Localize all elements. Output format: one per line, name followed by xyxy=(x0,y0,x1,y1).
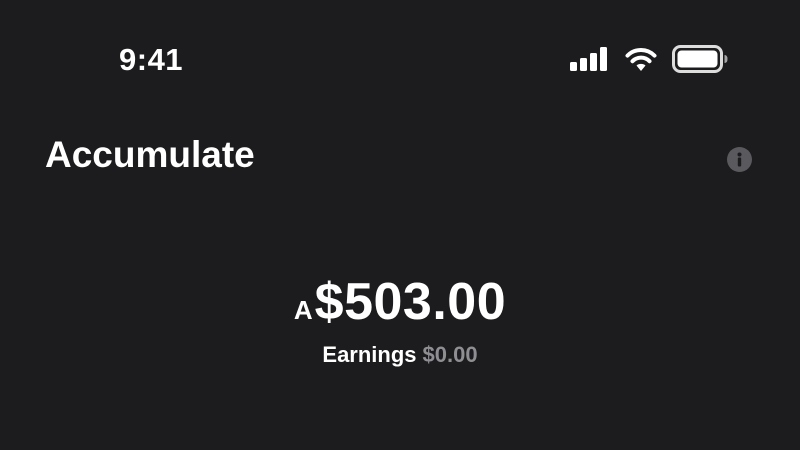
page-title: Accumulate xyxy=(45,134,255,175)
info-button[interactable] xyxy=(727,147,752,172)
status-icons xyxy=(570,44,728,74)
balance-block: A $503.00 Earnings $0.00 xyxy=(0,272,800,368)
status-bar: 9:41 xyxy=(0,0,800,110)
wifi-icon xyxy=(625,48,657,71)
currency-prefix: A xyxy=(293,295,313,325)
battery-icon xyxy=(672,45,728,73)
earnings-value: $0.00 xyxy=(422,342,478,367)
balance-amount: $503.00 xyxy=(314,273,507,331)
info-icon xyxy=(737,152,742,167)
status-time: 9:41 xyxy=(119,42,184,77)
earnings-label: Earnings xyxy=(322,342,417,367)
balance-row: A $503.00 xyxy=(294,272,506,332)
earnings-row: Earnings $0.00 xyxy=(0,342,800,368)
signal-icon xyxy=(570,47,607,71)
